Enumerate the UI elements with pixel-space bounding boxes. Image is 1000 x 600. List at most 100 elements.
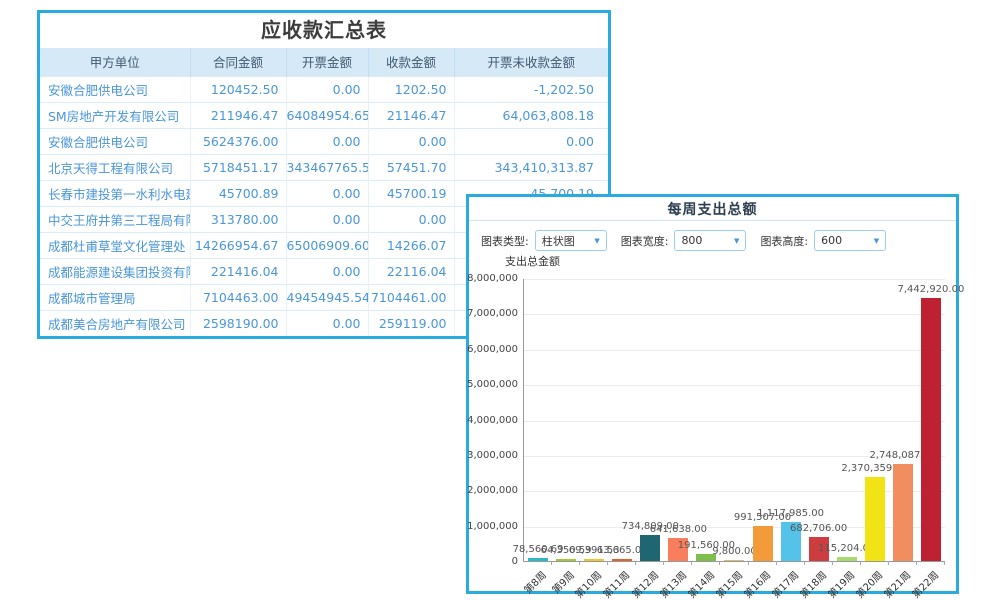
- bar-第15周[interactable]: [724, 560, 744, 561]
- x-axis-tick: [888, 561, 889, 565]
- amount-cell: 0.00: [286, 310, 368, 336]
- control-group: 图表高度: 600▼: [760, 230, 886, 251]
- bar-value-label: 7,442,920.00: [898, 284, 965, 295]
- column-header: 甲方单位: [40, 48, 190, 76]
- control-label: 图表高度:: [760, 233, 808, 249]
- amount-cell: 0.00: [286, 128, 368, 154]
- chevron-down-icon: ▼: [734, 237, 739, 245]
- chart-height-select[interactable]: 600▼: [814, 230, 886, 251]
- amount-cell: 0.00: [286, 206, 368, 232]
- table-header-row: 甲方单位合同金额开票金额收款金额开票未收款金额: [40, 48, 608, 76]
- bar-第9周[interactable]: [556, 559, 576, 561]
- chart-controls: 图表类型:柱状图▼图表宽度:800▼图表高度:600▼: [481, 230, 900, 251]
- y-tick-label: 8,000,000: [467, 273, 518, 284]
- chevron-down-icon: ▼: [594, 237, 599, 245]
- table-row: SM房地产开发有限公司211946.4764084954.6521146.476…: [40, 102, 608, 128]
- y-tick-label: 1,000,000: [467, 521, 518, 532]
- amount-cell: 259119.00: [368, 310, 454, 336]
- x-axis-tick: [551, 561, 552, 565]
- amount-cell: 343467765.57: [286, 154, 368, 180]
- bar-第8周[interactable]: [528, 558, 548, 561]
- amount-cell: 14266954.67: [190, 232, 286, 258]
- bar-slot: 682,706.00第18周: [805, 279, 833, 561]
- bar-第19周[interactable]: [837, 557, 857, 561]
- company-name-cell: 成都城市管理局: [40, 284, 190, 310]
- x-tick-label: 第10周: [571, 567, 605, 600]
- company-name-cell: 成都杜甫草堂文化管理处: [40, 232, 190, 258]
- table-row: 安徽合肥供电公司5624376.000.000.000.00: [40, 128, 608, 154]
- bar-第11周[interactable]: [612, 559, 632, 561]
- x-tick-label: 第8周: [519, 567, 548, 596]
- amount-cell: 0.00: [286, 180, 368, 206]
- amount-cell: 211946.47: [190, 102, 286, 128]
- bar-第16周[interactable]: [753, 526, 773, 561]
- bar-slot: 63,665.00第11周: [608, 279, 636, 561]
- amount-cell: 221416.04: [190, 258, 286, 284]
- amount-cell: 0.00: [286, 258, 368, 284]
- company-name-cell: SM房地产开发有限公司: [40, 102, 190, 128]
- x-tick-label: 第16周: [739, 567, 773, 600]
- x-axis-tick: [944, 561, 945, 565]
- table-row: 安徽合肥供电公司120452.500.001202.50-1,202.50: [40, 76, 608, 102]
- x-axis-tick: [776, 561, 777, 565]
- y-tick-label: 7,000,000: [467, 308, 518, 319]
- y-axis-title: 支出总金额: [505, 253, 560, 269]
- bar-第20周[interactable]: [865, 477, 885, 561]
- column-header: 开票金额: [286, 48, 368, 76]
- chart-panel-title: 每周支出总额: [668, 199, 758, 219]
- bar-第10周[interactable]: [584, 559, 604, 562]
- amount-cell: 49454945.54: [286, 284, 368, 310]
- x-axis-tick: [748, 561, 749, 565]
- x-tick-label: 第11周: [599, 567, 633, 600]
- amount-cell: 313780.00: [190, 206, 286, 232]
- y-tick-label: 4,000,000: [467, 415, 518, 426]
- bar-slot: 7,442,920.00第22周: [917, 279, 945, 561]
- amount-cell: 64,063,808.18: [454, 102, 608, 128]
- column-header: 收款金额: [368, 48, 454, 76]
- amount-cell: 64084954.65: [286, 102, 368, 128]
- control-label: 图表类型:: [481, 233, 529, 249]
- y-tick-label: 5,000,000: [467, 379, 518, 390]
- x-axis-tick: [607, 561, 608, 565]
- control-group: 图表类型: 柱状图 ▼: [481, 230, 607, 251]
- select-value: 柱状图: [542, 233, 575, 249]
- x-tick-label: 第15周: [711, 567, 745, 600]
- bar-slot: 115,204.00第19周: [833, 279, 861, 561]
- x-tick-label: 第22周: [908, 567, 942, 600]
- bar-第22周[interactable]: [921, 298, 941, 561]
- amount-cell: 22116.04: [368, 258, 454, 284]
- control-group: 图表宽度:800▼: [621, 230, 747, 251]
- weekly-expense-panel: 每周支出总额 图表类型:柱状图▼图表宽度:800▼图表高度:600▼ 支出总金额…: [466, 194, 959, 594]
- chart-type-select[interactable]: 柱状图 ▼: [535, 230, 607, 251]
- x-tick-label: 第13周: [655, 567, 689, 600]
- x-tick-label: 第14周: [683, 567, 717, 600]
- amount-cell: 2598190.00: [190, 310, 286, 336]
- page-background: 应收款汇总表 甲方单位合同金额开票金额收款金额开票未收款金额 安徽合肥供电公司1…: [0, 0, 1000, 600]
- company-name-cell: 中交王府井第三工程局有限公司: [40, 206, 190, 232]
- amount-cell: 5718451.17: [190, 154, 286, 180]
- y-tick-label: 0: [512, 556, 518, 567]
- amount-cell: 57451.70: [368, 154, 454, 180]
- x-axis-tick: [804, 561, 805, 565]
- bar-slot: 64,350.59第9周: [552, 279, 580, 561]
- company-name-cell: 成都能源建设集团投资有限公司: [40, 258, 190, 284]
- amount-cell: 1202.50: [368, 76, 454, 102]
- x-tick-label: 第12周: [627, 567, 661, 600]
- company-name-cell: 长春市建投第一水利水电建设有限公司: [40, 180, 190, 206]
- amount-cell: 120452.50: [190, 76, 286, 102]
- bar-slot: 734,809.00第12周: [636, 279, 664, 561]
- x-tick-label: 第20周: [852, 567, 886, 600]
- x-axis-tick: [860, 561, 861, 565]
- column-header: 开票未收款金额: [454, 48, 608, 76]
- x-tick-label: 第19周: [824, 567, 858, 600]
- chevron-down-icon: ▼: [874, 237, 879, 245]
- x-axis-tick: [691, 561, 692, 565]
- amount-cell: 0.00: [368, 128, 454, 154]
- chart-width-select[interactable]: 800 ▼: [674, 230, 746, 251]
- amount-cell: 7104461.00: [368, 284, 454, 310]
- receivables-summary-title: 应收款汇总表: [40, 13, 608, 48]
- bar-第12周[interactable]: [640, 535, 660, 561]
- amount-cell: 5624376.00: [190, 128, 286, 154]
- select-value: 800: [681, 234, 702, 247]
- bar-第21周[interactable]: [893, 464, 913, 561]
